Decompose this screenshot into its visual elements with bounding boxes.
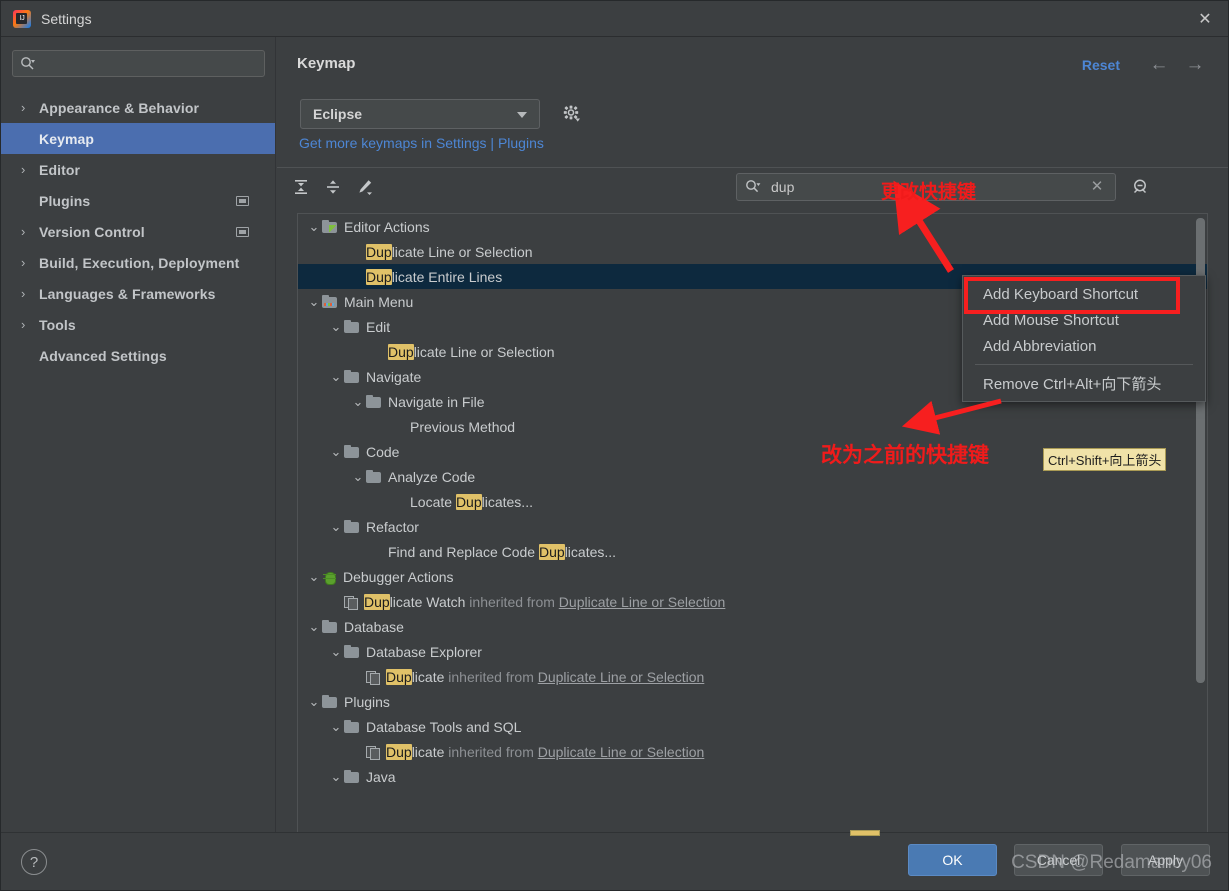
annotation-restore-previous-shortcut: 改为之前的快捷键: [821, 444, 989, 467]
annotation-arrows: [893, 180, 1002, 435]
settings-dialog: Settings ✕ ›Appearance & BehaviorKeymap›…: [0, 0, 1229, 891]
annotation-change-shortcut: 更改快捷键: [881, 182, 977, 203]
